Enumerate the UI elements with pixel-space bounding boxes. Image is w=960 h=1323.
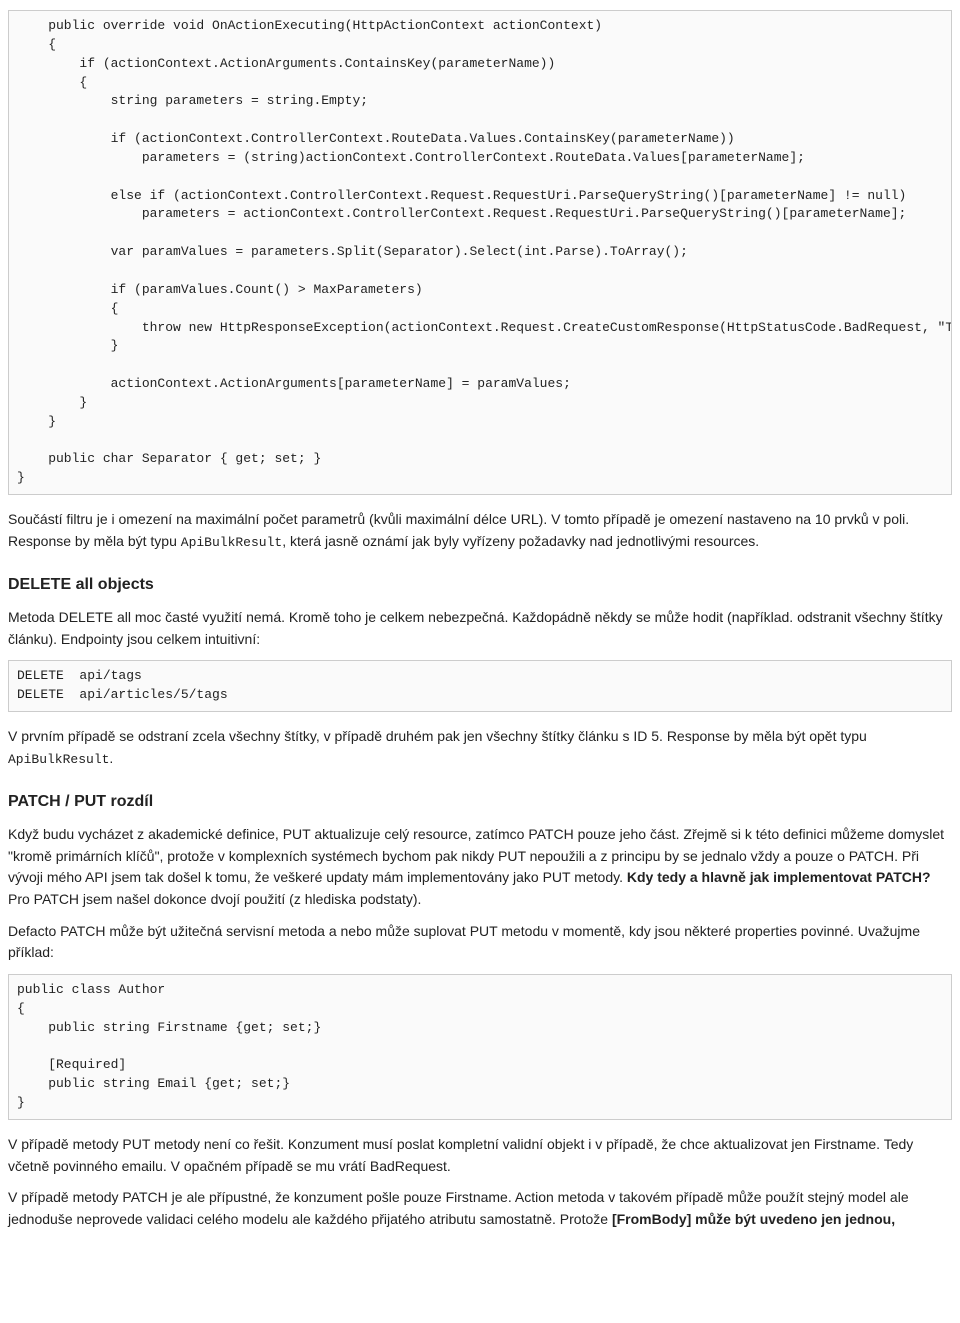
paragraph-patch-usecase: Defacto PATCH může být užitečná servisní… bbox=[8, 921, 952, 964]
heading-delete-all: DELETE all objects bbox=[8, 573, 952, 597]
inline-code-apibulkresult: ApiBulkResult bbox=[181, 535, 282, 550]
text: . bbox=[109, 750, 113, 766]
text-strong: Kdy tedy a hlavně jak implementovat PATC… bbox=[627, 869, 931, 885]
paragraph-patch-explain: V případě metody PATCH je ale přípustné,… bbox=[8, 1187, 952, 1230]
heading-patch-put: PATCH / PUT rozdíl bbox=[8, 790, 952, 814]
code-block-3[interactable]: public class Author { public string Firs… bbox=[8, 974, 952, 1120]
inline-code-apibulkresult-2: ApiBulkResult bbox=[8, 752, 109, 767]
code-block-2[interactable]: DELETE api/tags DELETE api/articles/5/ta… bbox=[8, 660, 952, 712]
code-block-1[interactable]: public override void OnActionExecuting(H… bbox=[8, 10, 952, 495]
text: V prvním případě se odstraní zcela všech… bbox=[8, 728, 867, 744]
paragraph-delete-all: Metoda DELETE all moc časté využití nemá… bbox=[8, 607, 952, 650]
paragraph-filter-limit: Součástí filtru je i omezení na maximáln… bbox=[8, 509, 952, 553]
paragraph-patch-put-def: Když budu vycházet z akademické definice… bbox=[8, 824, 952, 911]
text: Pro PATCH jsem našel dokonce dvojí použi… bbox=[8, 891, 421, 907]
paragraph-delete-response: V prvním případě se odstraní zcela všech… bbox=[8, 726, 952, 770]
paragraph-put-explain: V případě metody PUT metody není co řeši… bbox=[8, 1134, 952, 1177]
text-strong: [FromBody] může být uvedeno jen jednou, bbox=[612, 1211, 895, 1227]
text: , která jasně oznámí jak byly vyřízeny p… bbox=[282, 533, 759, 549]
